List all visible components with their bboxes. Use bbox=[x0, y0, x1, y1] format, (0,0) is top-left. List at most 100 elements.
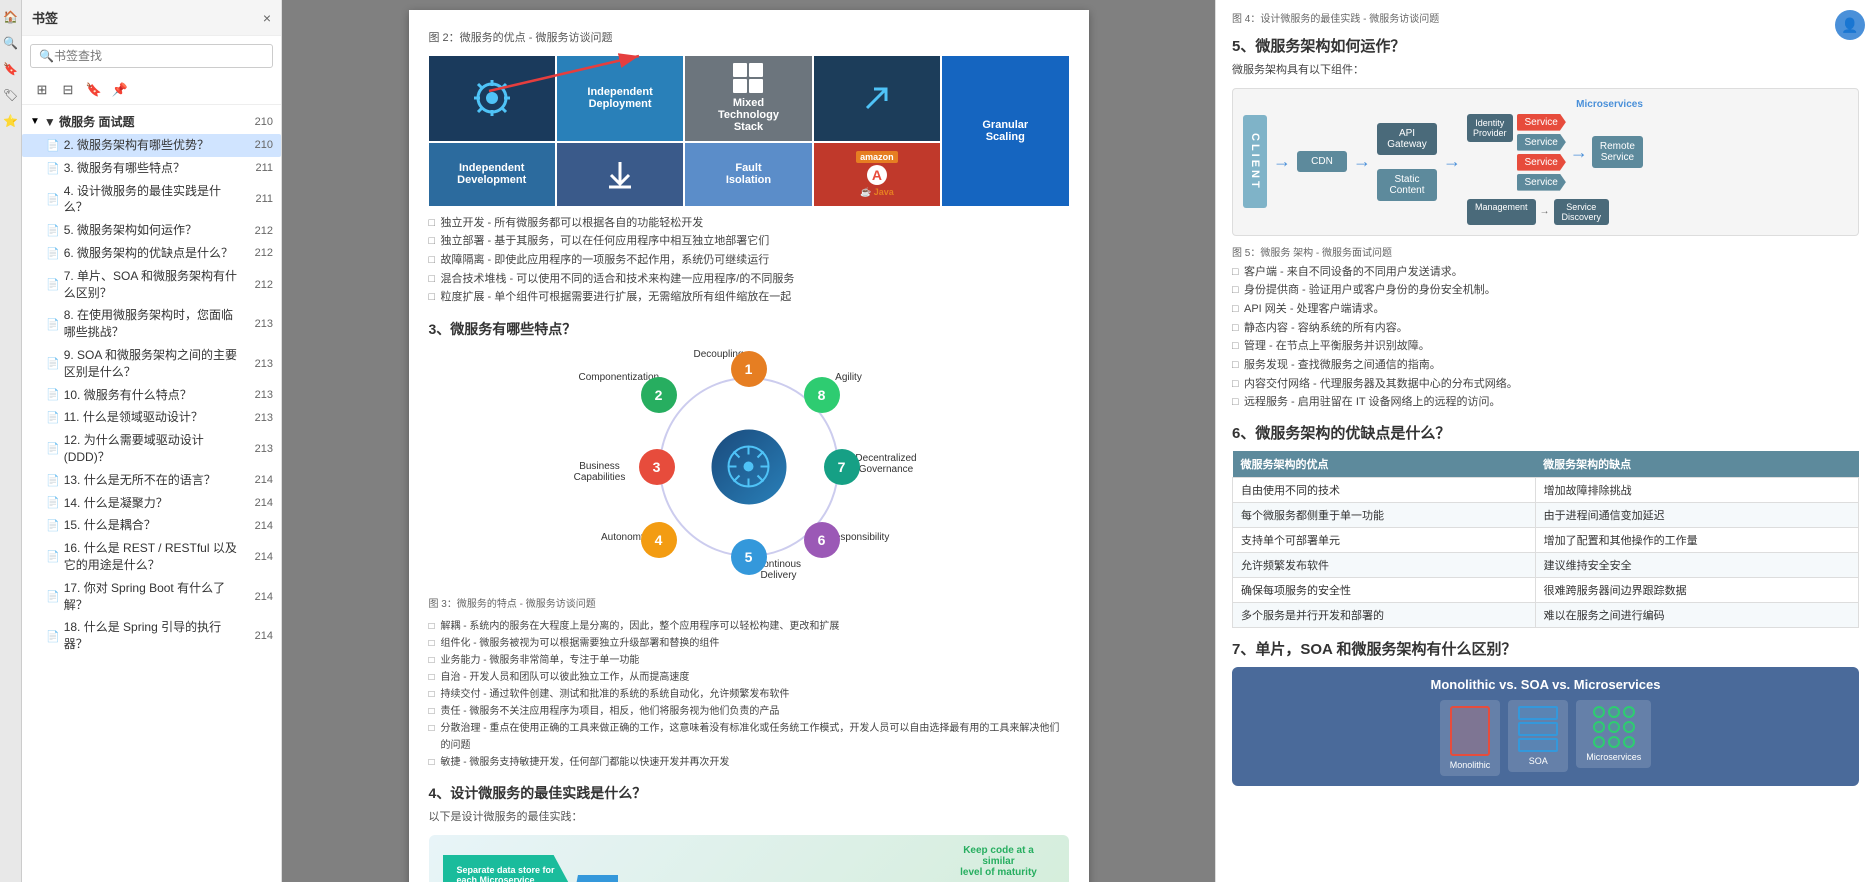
bookmark-item-2[interactable]: 📄 3. 微服务有哪些特点？ 211 bbox=[22, 157, 281, 180]
bookmark-item-7[interactable]: 📄 8. 在使用微服务架构时，您面临哪些挑战？ 213 bbox=[22, 304, 281, 344]
arrow-right-1: → bbox=[1273, 151, 1291, 172]
service-box-4: Service bbox=[1517, 174, 1566, 191]
step-2-arrow: 02 bbox=[575, 875, 619, 882]
bookmark-expand-icon[interactable]: ⊞ bbox=[32, 80, 52, 100]
feature-tile-fault: FaultIsolation bbox=[685, 143, 811, 206]
service-box-1: Service bbox=[1517, 114, 1566, 131]
close-panel-button[interactable]: × bbox=[263, 10, 271, 26]
bookmark-label-11: 12. 为什么需要域驱动设计 (DDD)？ bbox=[64, 432, 243, 466]
bookmark-toolbar: ⊞ ⊟ 🔖 📌 bbox=[22, 76, 281, 105]
bookmark-item-13[interactable]: 📄 14. 什么是凝聚力？ 214 bbox=[22, 492, 281, 515]
bookmark-icon-15: 📄 bbox=[46, 550, 60, 563]
bookmark-icon-1: 📄 bbox=[46, 139, 60, 152]
table-cell-4-2: 建议维持安全安全 bbox=[1535, 553, 1858, 578]
sidebar-home-icon[interactable]: 🏠 bbox=[2, 8, 20, 26]
sidebar-bookmark-icon[interactable]: 🔖 bbox=[2, 60, 20, 78]
search-icon: 🔍 bbox=[39, 49, 54, 63]
bullet-s3-4: 自治 - 开发人员和团队可以彼此独立工作，从而提高速度 bbox=[429, 669, 1069, 686]
bullet-s5-2: 身份提供商 - 验证用户或客户身份的身份安全机制。 bbox=[1232, 281, 1859, 300]
pdf-viewer[interactable]: 图 2：微服务的优点 - 微服务访谈问题 bbox=[282, 0, 1215, 882]
bookmark-item-4[interactable]: 📄 5. 微服务架构如何运作？ 212 bbox=[22, 219, 281, 242]
bookmark-item-14[interactable]: 📄 15. 什么是耦合？ 214 bbox=[22, 514, 281, 537]
arrow-right-5: → bbox=[1540, 206, 1550, 217]
management-box: Management bbox=[1467, 199, 1536, 225]
orbit-item-1: 1 bbox=[731, 351, 767, 387]
bullet-s5-1: 客户端 - 来自不同设备的不同用户发送请求。 bbox=[1232, 263, 1859, 282]
micro-circle-7 bbox=[1593, 736, 1605, 748]
table-cell-5-2: 很难跨服务器间边界跟踪数据 bbox=[1535, 578, 1858, 603]
bookmark-item-9[interactable]: 📄 10. 微服务有什么特点？ 213 bbox=[22, 384, 281, 407]
caption-3: 图 3：微服务的特点 - 微服务访谈问题 bbox=[429, 595, 1069, 610]
bookmark-panel: 书签 × 🔍 ⊞ ⊟ 🔖 📌 ▼ ▼ 微服务 面试题 210 📄 2. 微服务架… bbox=[22, 0, 282, 882]
sidebar-star-icon[interactable]: ⭐ bbox=[2, 112, 20, 130]
bullet-s3-5: 持续交付 - 通过软件创建、测试和批准的系统的系统自动化，允许频繁发布软件 bbox=[429, 686, 1069, 703]
bookmark-item-6[interactable]: 📄 7. 单片、SOA 和微服务架构有什么区别？ 212 bbox=[22, 265, 281, 305]
bookmark-item-15[interactable]: 📄 16. 什么是 REST / RESTful 以及它的用途是什么？ 214 bbox=[22, 537, 281, 577]
bookmark-item-12[interactable]: 📄 13. 什么是无所不在的语言？ 214 bbox=[22, 469, 281, 492]
bookmark-delete-icon[interactable]: 📌 bbox=[110, 80, 130, 100]
section7-heading: 7、单片，SOA 和微服务架构有什么区别？ bbox=[1232, 638, 1859, 659]
sidebar-tag-icon[interactable]: 🏷 bbox=[2, 86, 20, 104]
bookmark-collapse-icon[interactable]: ⊟ bbox=[58, 80, 78, 100]
bookmark-page-13: 214 bbox=[243, 497, 273, 509]
micro-circle-2 bbox=[1608, 706, 1620, 718]
orbit-item-3: 3 bbox=[639, 449, 675, 485]
bookmark-item-17[interactable]: 📄 18. 什么是 Spring 引导的执行器？ 214 bbox=[22, 616, 281, 656]
user-avatar[interactable]: 👤 bbox=[1835, 10, 1865, 40]
bookmark-label-12: 13. 什么是无所不在的语言？ bbox=[64, 472, 243, 489]
bookmark-page-1: 210 bbox=[243, 139, 273, 151]
bookmark-icon-8: 📄 bbox=[46, 357, 60, 370]
bookmark-item-1[interactable]: 📄 2. 微服务架构有哪些优势？ 210 bbox=[22, 134, 281, 157]
table-cell-4-1: 允许频繁发布软件 bbox=[1233, 553, 1536, 578]
service-box-3: Service bbox=[1517, 154, 1566, 171]
section-label: ▼ 微服务 面试题 bbox=[44, 113, 243, 130]
service-box-2: Service bbox=[1517, 134, 1566, 151]
bookmark-page-17: 214 bbox=[243, 630, 273, 642]
bookmark-list: ▼ ▼ 微服务 面试题 210 📄 2. 微服务架构有哪些优势？ 210 📄 3… bbox=[22, 105, 281, 882]
mixed-grid-icon bbox=[733, 63, 763, 93]
cdn-section: CDN bbox=[1297, 151, 1347, 172]
management-discovery-section: Management → ServiceDiscovery bbox=[1467, 199, 1643, 225]
table-row-2: 每个微服务都侧重于单一功能 由于进程间通信变加延迟 bbox=[1233, 503, 1859, 528]
mono-diagram-inner: Monolithic SOA bbox=[1242, 700, 1849, 776]
bookmark-item-11[interactable]: 📄 12. 为什么需要域驱动设计 (DDD)？ 213 bbox=[22, 429, 281, 469]
orbit-item-4: 4 bbox=[641, 522, 677, 558]
bullet-s5-8: 远程服务 - 启用驻留在 IT 设备网络上的远程的访问。 bbox=[1232, 393, 1859, 412]
bullet-s2-1: 独立开发 - 所有微服务都可以根据各自的功能轻松开发 bbox=[429, 214, 1069, 233]
bullet-s3-3: 业务能力 - 微服务非常简单，专注于单一功能 bbox=[429, 652, 1069, 669]
bookmark-icon-5: 📄 bbox=[46, 247, 60, 260]
bookmark-search-input[interactable] bbox=[54, 49, 264, 63]
bookmark-page-16: 214 bbox=[243, 591, 273, 603]
bookmark-item-5[interactable]: 📄 6. 微服务架构的优缺点是什么？ 212 bbox=[22, 242, 281, 265]
bullet-s2-2: 独立部署 - 基于其服务，可以在任何应用程序中相互独立地部署它们 bbox=[429, 232, 1069, 251]
bookmark-item-3[interactable]: 📄 4. 设计微服务的最佳实践是什么？ 211 bbox=[22, 180, 281, 220]
section5-subtext: 微服务架构具有以下组件： bbox=[1232, 62, 1859, 80]
client-box: CLIENT bbox=[1243, 115, 1267, 209]
sidebar-search-icon[interactable]: 🔍 bbox=[2, 34, 20, 52]
bookmark-panel-title: 书签 bbox=[32, 8, 58, 27]
bookmark-label-6: 7. 单片、SOA 和微服务架构有什么区别？ bbox=[64, 268, 243, 302]
remote-service-box: RemoteService bbox=[1592, 136, 1643, 168]
orbit-item-5: 5 bbox=[731, 539, 767, 575]
mono-diagram: Monolithic vs. SOA vs. Microservices Mon… bbox=[1232, 667, 1859, 786]
bookmark-search-box[interactable]: 🔍 bbox=[30, 44, 273, 68]
arch-diagram: CLIENT → CDN → APIGateway StaticContent … bbox=[1232, 88, 1859, 236]
table-cell-5-1: 确保每项服务的安全性 bbox=[1233, 578, 1536, 603]
table-cell-2-1: 每个微服务都侧重于单一功能 bbox=[1233, 503, 1536, 528]
section4-subtext: 以下是设计微服务的最佳实践： bbox=[429, 809, 1069, 827]
bullet-s5-3: API 网关 - 处理客户端请求。 bbox=[1232, 300, 1859, 319]
bookmark-section-microservice[interactable]: ▼ ▼ 微服务 面试题 210 bbox=[22, 109, 281, 134]
independent-dev-label: IndependentDevelopment bbox=[457, 162, 526, 186]
bookmark-page-7: 213 bbox=[243, 318, 273, 330]
bullet-s3-7: 分散治理 - 重点在使用正确的工具来做正确的工作，这意味着没有标准化或任务统工作… bbox=[429, 720, 1069, 754]
id-provider-section: IdentityProvider bbox=[1467, 114, 1513, 142]
arrow-right-4: → bbox=[1570, 142, 1588, 163]
bookmark-label-7: 8. 在使用微服务架构时，您面临哪些挑战？ bbox=[64, 307, 243, 341]
section5-bullets: 客户端 - 来自不同设备的不同用户发送请求。 身份提供商 - 验证用户或客户身份… bbox=[1232, 263, 1859, 413]
bookmark-add-icon[interactable]: 🔖 bbox=[84, 80, 104, 100]
bookmark-item-10[interactable]: 📄 11. 什么是领域驱动设计？ 213 bbox=[22, 406, 281, 429]
bookmark-label-17: 18. 什么是 Spring 引导的执行器？ bbox=[64, 619, 243, 653]
bookmark-item-8[interactable]: 📄 9. SOA 和微服务架构之间的主要区别是什么？ 213 bbox=[22, 344, 281, 384]
bookmark-item-16[interactable]: 📄 17. 你对 Spring Boot 有什么了解？ 214 bbox=[22, 577, 281, 617]
bullet-s5-6: 服务发现 - 查找微服务之间通信的指南。 bbox=[1232, 356, 1859, 375]
